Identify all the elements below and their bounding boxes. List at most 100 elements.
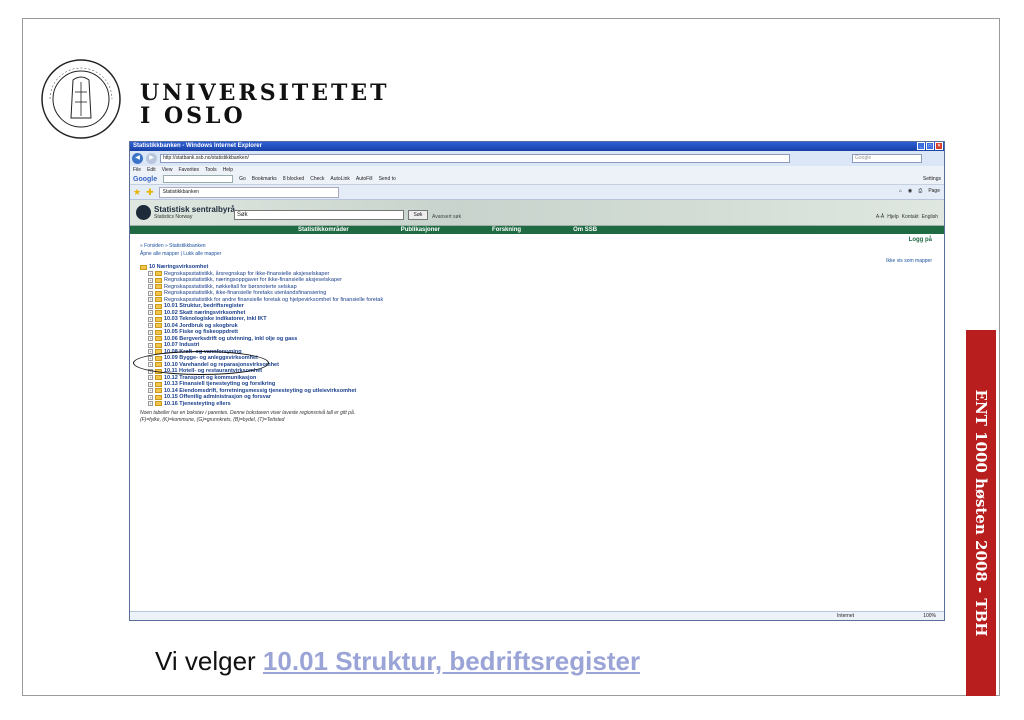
tab-row: ★ ✚ Statistikkbanken ⌂ ◉ ⎙ Page	[130, 185, 944, 200]
check-button[interactable]: Check	[310, 176, 324, 182]
side-label-bar: ENT 1000 høsten 2008 - TBH	[966, 330, 996, 696]
browser-titlebar: Statistikkbanken - Windows Internet Expl…	[130, 142, 944, 151]
folder-icon	[155, 394, 162, 400]
folder-icon	[155, 284, 162, 290]
ssb-logo[interactable]: Statistisk sentralbyrå Statistics Norway	[136, 205, 235, 220]
expand-icon[interactable]: +	[148, 401, 153, 407]
feeds-icon[interactable]: ◉	[908, 188, 912, 194]
link-contact[interactable]: Kontakt	[902, 214, 919, 220]
expand-icon[interactable]: +	[148, 323, 153, 329]
ssb-logo-icon	[136, 205, 151, 220]
tree-category[interactable]: +10.16 Tjenesteyting ellers	[140, 401, 934, 408]
folder-icon	[155, 310, 162, 316]
table-note-line2: (F)=fylke, (K)=kommune, (G)=grunnkrets, …	[140, 416, 285, 423]
nav-publikasjoner[interactable]: Publikasjoner	[401, 226, 440, 234]
expand-icon[interactable]: +	[148, 329, 153, 335]
popup-blocked-button[interactable]: 8 blocked	[283, 176, 304, 182]
go-button[interactable]: Go	[239, 176, 246, 182]
print-icon[interactable]: ⎙	[918, 188, 922, 194]
folder-icon	[155, 342, 162, 348]
expand-icon[interactable]: +	[148, 297, 153, 303]
status-zone: Internet	[837, 613, 854, 619]
add-favorites-icon[interactable]: ✚	[146, 187, 154, 198]
nav-statistikkomrader[interactable]: Statistikkområder	[298, 226, 349, 234]
expand-icon[interactable]: +	[148, 381, 153, 387]
menu-tools[interactable]: Tools	[205, 166, 217, 174]
highlight-ellipse	[133, 351, 269, 375]
link-a-aa[interactable]: A-Å	[876, 214, 884, 220]
back-button[interactable]: ◀	[132, 153, 143, 164]
favorites-star-icon[interactable]: ★	[133, 187, 141, 198]
ssb-name: Statistisk sentralbyrå	[154, 204, 235, 214]
menu-favorites[interactable]: Favorites	[178, 166, 199, 174]
tab-statistikkbanken[interactable]: Statistikkbanken	[158, 186, 339, 198]
open-close-folders[interactable]: Åpne alle mapper | Lukk alle mapper	[140, 251, 934, 257]
expand-icon[interactable]: +	[148, 388, 153, 394]
caption-link[interactable]: 10.01 Struktur, bedriftsregister	[263, 646, 640, 676]
advanced-search-link[interactable]: Avansert søk	[432, 214, 461, 220]
ssb-search-button[interactable]: Søk	[408, 210, 428, 220]
university-name-line1: UNIVERSITETET	[140, 80, 390, 106]
settings-button[interactable]: Settings	[923, 176, 941, 182]
ssb-top-links: A-Å Hjelp Kontakt English	[876, 214, 938, 220]
expand-icon[interactable]: +	[148, 375, 153, 381]
ssb-search-input[interactable]: Søk	[234, 210, 404, 220]
zoom-level[interactable]: 100%	[923, 612, 936, 620]
browser-title: Statistikkbanken - Windows Internet Expl…	[133, 143, 262, 149]
page-menu[interactable]: Page	[928, 188, 940, 194]
google-toolbar: Google Go Bookmarks 8 blocked Check Auto…	[130, 174, 944, 185]
autolink-button[interactable]: AutoLink	[330, 176, 349, 182]
maximize-button[interactable]: □	[926, 142, 934, 150]
table-note: Noen tabeller har en bokstav i parentes.…	[140, 410, 934, 423]
sendto-button[interactable]: Send to	[379, 176, 396, 182]
menu-edit[interactable]: Edit	[147, 166, 156, 174]
ssb-header: Statistisk sentralbyrå Statistics Norway…	[130, 200, 944, 226]
forward-button[interactable]: ▶	[146, 153, 157, 164]
nav-om-ssb[interactable]: Om SSB	[573, 226, 597, 234]
link-english[interactable]: English	[922, 214, 938, 220]
category-tree: 10 Næringsvirksomhet + Regnskapsstatistik…	[140, 264, 934, 407]
menu-view[interactable]: View	[162, 166, 173, 174]
folder-icon	[155, 323, 162, 329]
expand-icon[interactable]: +	[148, 310, 153, 316]
menu-bar: File Edit View Favorites Tools Help	[130, 166, 944, 174]
page-content: Logg på » Forsiden » Statistikkbanken Åp…	[130, 234, 944, 426]
expand-icon[interactable]: +	[148, 336, 153, 342]
not-folders-link[interactable]: Ikke vis som mapper	[886, 258, 932, 264]
close-button[interactable]: ×	[935, 142, 943, 150]
folder-icon	[155, 375, 162, 381]
google-logo: Google	[133, 175, 158, 183]
minimize-button[interactable]: _	[917, 142, 925, 150]
expand-icon[interactable]: +	[148, 277, 153, 283]
folder-open-icon	[140, 264, 147, 270]
expand-icon[interactable]: +	[148, 342, 153, 348]
bookmarks-button[interactable]: Bookmarks	[252, 176, 277, 182]
status-bar: Internet 100%	[130, 611, 944, 620]
university-name: UNIVERSITETET I OSLO	[140, 82, 390, 128]
breadcrumb[interactable]: » Forsiden » Statistikkbanken	[140, 243, 934, 249]
menu-help[interactable]: Help	[223, 166, 233, 174]
menu-file[interactable]: File	[133, 166, 141, 174]
address-bar[interactable]: http://statbank.ssb.no/statistikkbanken/	[160, 154, 790, 163]
expand-icon[interactable]: +	[148, 394, 153, 400]
home-icon[interactable]: ⌂	[899, 188, 902, 194]
university-seal-icon	[41, 59, 121, 139]
caption-prefix: Vi velger	[155, 646, 256, 676]
google-search-input[interactable]	[163, 175, 234, 183]
expand-icon[interactable]: +	[148, 284, 153, 290]
tree-category-label: 10.16 Tjenesteyting ellers	[164, 400, 231, 407]
folder-icon	[155, 336, 162, 342]
browser-search-input[interactable]: Google	[852, 154, 922, 163]
expand-icon[interactable]: +	[148, 303, 153, 309]
expand-icon[interactable]: +	[148, 316, 153, 322]
ssb-nav: Statistikkområder Publikasjoner Forsknin…	[130, 226, 944, 234]
autofill-button[interactable]: AutoFill	[356, 176, 373, 182]
folder-icon	[155, 381, 162, 387]
browser-window: Statistikkbanken - Windows Internet Expl…	[129, 141, 945, 621]
expand-icon[interactable]: +	[148, 271, 153, 277]
expand-icon[interactable]: +	[148, 290, 153, 296]
link-help[interactable]: Hjelp	[887, 214, 898, 220]
login-link[interactable]: Logg på	[909, 237, 932, 243]
nav-forskning[interactable]: Forskning	[492, 226, 521, 234]
folder-icon	[155, 297, 162, 303]
